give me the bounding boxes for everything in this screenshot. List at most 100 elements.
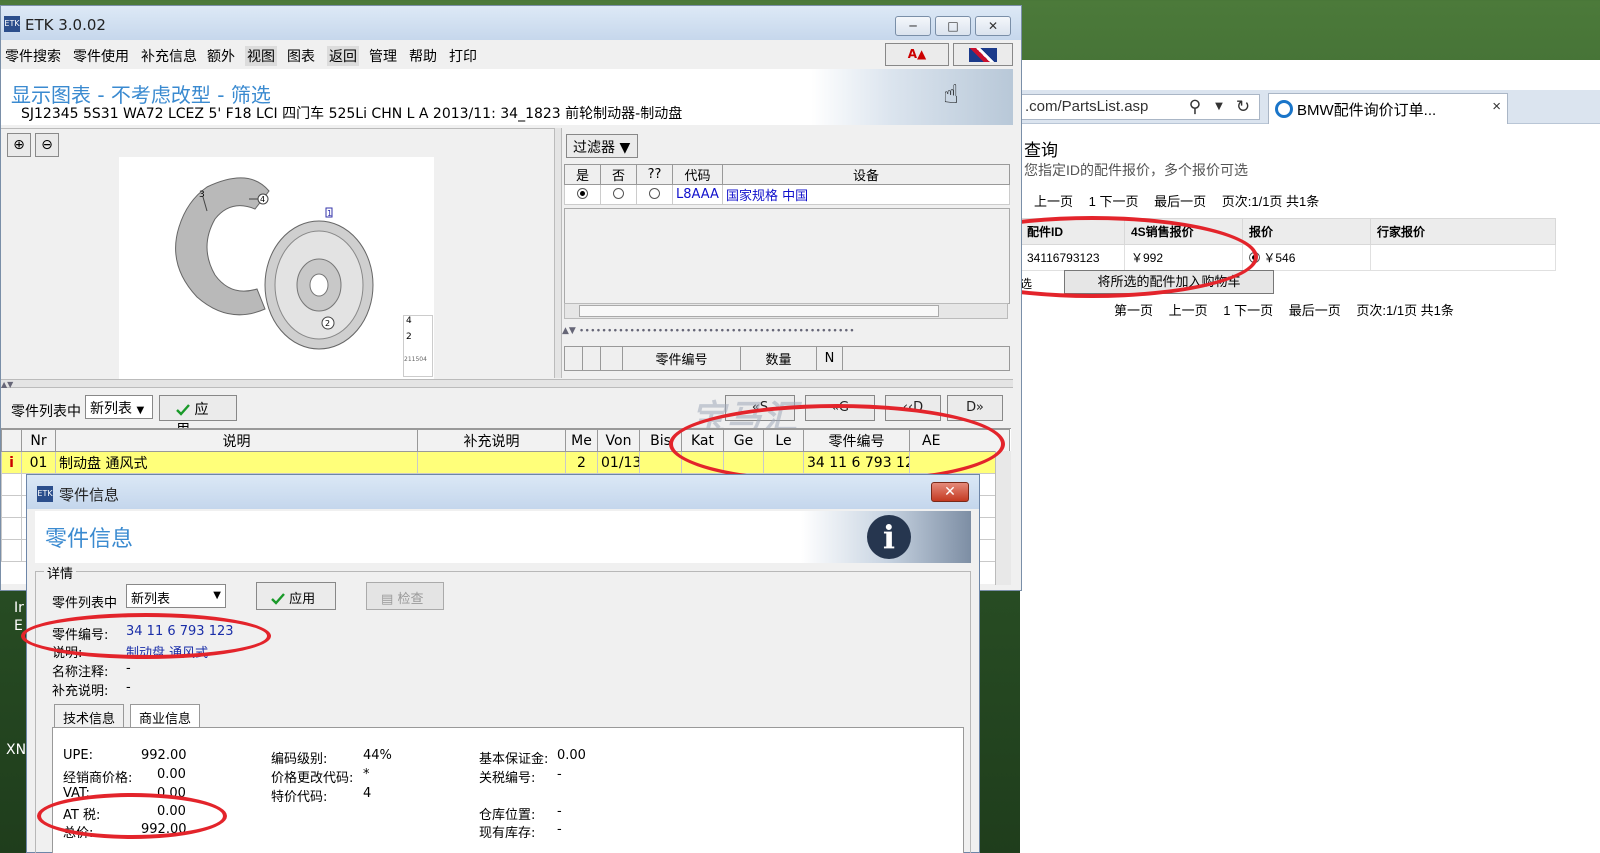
selected-parts-table: 零件编号 数量 N — [564, 346, 1010, 371]
menu-manage[interactable]: 管理 — [369, 46, 397, 66]
filter-label: 过滤器 — [573, 140, 615, 156]
check-button[interactable]: ▤ 检查 — [366, 582, 444, 610]
part-info-dialog: ETK 零件信息 ✕ 零件信息 i 详情 零件列表中 新列表 ▼ 应用 ▤ 检查 … — [21, 474, 980, 853]
alert-button[interactable]: A▲ — [885, 43, 949, 66]
desktop-text: XN — [6, 742, 27, 758]
filter-pane: 过滤器 ▼ 是 否 ?? 代码 设备 L8AAA 国家规格 中国 ▲▼ ∙∙∙∙… — [562, 128, 1012, 378]
list-select-value: 新列表 — [131, 592, 171, 607]
window-title: ETK 3.0.02 — [25, 16, 106, 34]
chevron-down-icon[interactable]: ▼ — [1208, 96, 1230, 118]
pager-last-link[interactable]: 最后一页 — [1289, 303, 1341, 318]
cell-code[interactable]: L8AAA — [672, 184, 723, 205]
callout-4[interactable]: 4 — [260, 195, 265, 204]
parts-diagram[interactable]: 3 4 1 2 — [119, 157, 434, 379]
pager-top: 上一页 1 下一页 最后一页 页次:1/1页 共1条 — [1034, 191, 1331, 210]
pager-last-link[interactable]: 最后一页 — [1154, 194, 1206, 209]
menu-help[interactable]: 帮助 — [409, 46, 437, 66]
vertical-splitter[interactable] — [554, 128, 562, 378]
horizontal-scrollbar[interactable] — [564, 303, 1008, 319]
dialog-title: 零件信息 — [59, 486, 120, 504]
scroll-thumb[interactable] — [579, 305, 939, 317]
pager-first-link[interactable]: 第一页 — [1114, 303, 1153, 318]
tab-technical[interactable]: 技术信息 — [54, 704, 125, 728]
filter-dropdown[interactable]: 过滤器 ▼ — [566, 134, 638, 158]
chevron-down-icon: ▼ — [619, 140, 631, 156]
col-code: 代码 — [672, 164, 723, 185]
uk-flag-icon — [969, 48, 997, 62]
title-bar: ETK ETK 3.0.02 ─ □ ✕ — [1, 6, 1021, 40]
col-quantity: 数量 — [740, 346, 817, 371]
language-flag-button[interactable] — [953, 43, 1013, 66]
col-part-number: 零件编号 — [622, 346, 741, 371]
col-nr: Nr — [21, 429, 56, 452]
pager-prev-link[interactable]: 上一页 — [1169, 303, 1208, 318]
page-title: 查询 — [1024, 141, 1058, 160]
zoom-out-icon[interactable]: ⊖ — [35, 133, 59, 157]
stock-label: 现有库存: — [479, 826, 536, 841]
list-select-value: 新列表 — [90, 401, 132, 417]
col-unknown: ?? — [636, 164, 673, 185]
menu-extra[interactable]: 额外 — [207, 46, 235, 66]
zoom-in-icon[interactable]: ⊕ — [7, 133, 31, 157]
pager-prev-link[interactable]: 上一页 — [1034, 194, 1073, 209]
thumbnail-strip[interactable]: 4 2 211504 — [403, 315, 433, 377]
menu-print[interactable]: 打印 — [449, 46, 477, 66]
ie-icon — [1275, 100, 1293, 118]
special-price-value: 4 — [363, 786, 372, 801]
tariff-value: - — [557, 767, 562, 782]
header-banner: 显示图表 - 不考虑改型 - 筛选 SJ12345 5S31 WA72 LCEZ… — [1, 69, 1013, 125]
apply-button[interactable]: 应用 — [256, 582, 336, 610]
callout-3[interactable]: 3 — [199, 190, 205, 200]
radio-unknown[interactable] — [636, 184, 673, 205]
menu-supplementary[interactable]: 补充信息 — [141, 46, 197, 66]
cell-me: 2 — [565, 451, 598, 474]
col-no: 否 — [600, 164, 637, 185]
menu-chart[interactable]: 图表 — [287, 46, 315, 66]
menu-part-search[interactable]: 零件搜索 — [5, 46, 61, 66]
close-tab-icon[interactable]: × — [1492, 98, 1501, 115]
etk-logo-icon: ETK — [37, 486, 53, 502]
alert-label: A — [907, 47, 918, 61]
pager-next-link[interactable]: 1 下一页 — [1089, 194, 1139, 209]
chevron-down-icon: ▼ — [136, 405, 145, 416]
cell-equipment[interactable]: 国家规格 中国 — [722, 184, 1010, 205]
pager-bottom: 第一页 上一页 1 下一页 最后一页 页次:1/1页 共1条 — [1114, 300, 1466, 319]
list-select[interactable]: 新列表 ▼ — [126, 584, 226, 608]
horizontal-splitter[interactable]: ▲▼ — [1, 379, 1013, 389]
menu-part-usage[interactable]: 零件使用 — [73, 46, 129, 66]
vertical-scrollbar[interactable] — [995, 451, 1011, 585]
radio-yes[interactable] — [564, 184, 601, 205]
cell-quote[interactable]: ￥546 — [1242, 244, 1371, 271]
callout-2[interactable]: 2 — [325, 319, 330, 328]
radio-no[interactable] — [600, 184, 637, 205]
minimize-button[interactable]: ─ — [895, 16, 931, 36]
tab-commercial[interactable]: 商业信息 — [130, 704, 201, 728]
name-note-label: 名称注释: — [52, 665, 109, 680]
cell-nr: 01 — [21, 451, 56, 474]
details-legend: 详情 — [44, 563, 77, 582]
pager-next-link[interactable]: 1 下一页 — [1223, 303, 1273, 318]
close-button[interactable]: ✕ — [931, 482, 969, 502]
callout-1[interactable]: 1 — [327, 209, 332, 218]
list-select[interactable]: 新列表 ▼ — [85, 395, 153, 419]
maximize-button[interactable]: □ — [935, 16, 971, 36]
hand-cursor-icon: ☝ — [943, 80, 959, 110]
search-icon[interactable]: ⚲ — [1184, 96, 1206, 118]
menu-back[interactable]: 返回 — [327, 46, 359, 66]
info-icon[interactable]: i — [1, 451, 22, 474]
refresh-icon[interactable]: ↻ — [1232, 96, 1254, 118]
menu-bar: 零件搜索 零件使用 补充信息 额外 视图 图表 返回 管理 帮助 打印 — [1, 40, 1021, 68]
warning-icon: ▲ — [917, 47, 927, 61]
apply-button[interactable]: 应用 — [159, 395, 237, 438]
menu-view[interactable]: 视图 — [245, 46, 277, 66]
browser-tab[interactable]: BMW配件询价订单... × — [1268, 93, 1508, 124]
pager-info: 页次:1/1页 共1条 — [1221, 194, 1320, 209]
col-yes: 是 — [564, 164, 601, 185]
apply-label: 应用 — [289, 592, 316, 607]
filter-table: 是 否 ?? 代码 设备 L8AAA 国家规格 中国 — [564, 164, 1010, 205]
warehouse-label: 仓库位置: — [479, 808, 536, 823]
thumb-label: 4 — [406, 316, 412, 326]
splitter[interactable]: ▲▼ ∙∙∙∙∙∙∙∙∙∙∙∙∙∙∙∙∙∙∙∙∙∙∙∙∙∙∙∙∙∙∙∙∙∙∙∙∙… — [562, 326, 1012, 336]
close-button[interactable]: ✕ — [975, 16, 1011, 36]
special-price-label: 特价代码: — [271, 790, 328, 805]
